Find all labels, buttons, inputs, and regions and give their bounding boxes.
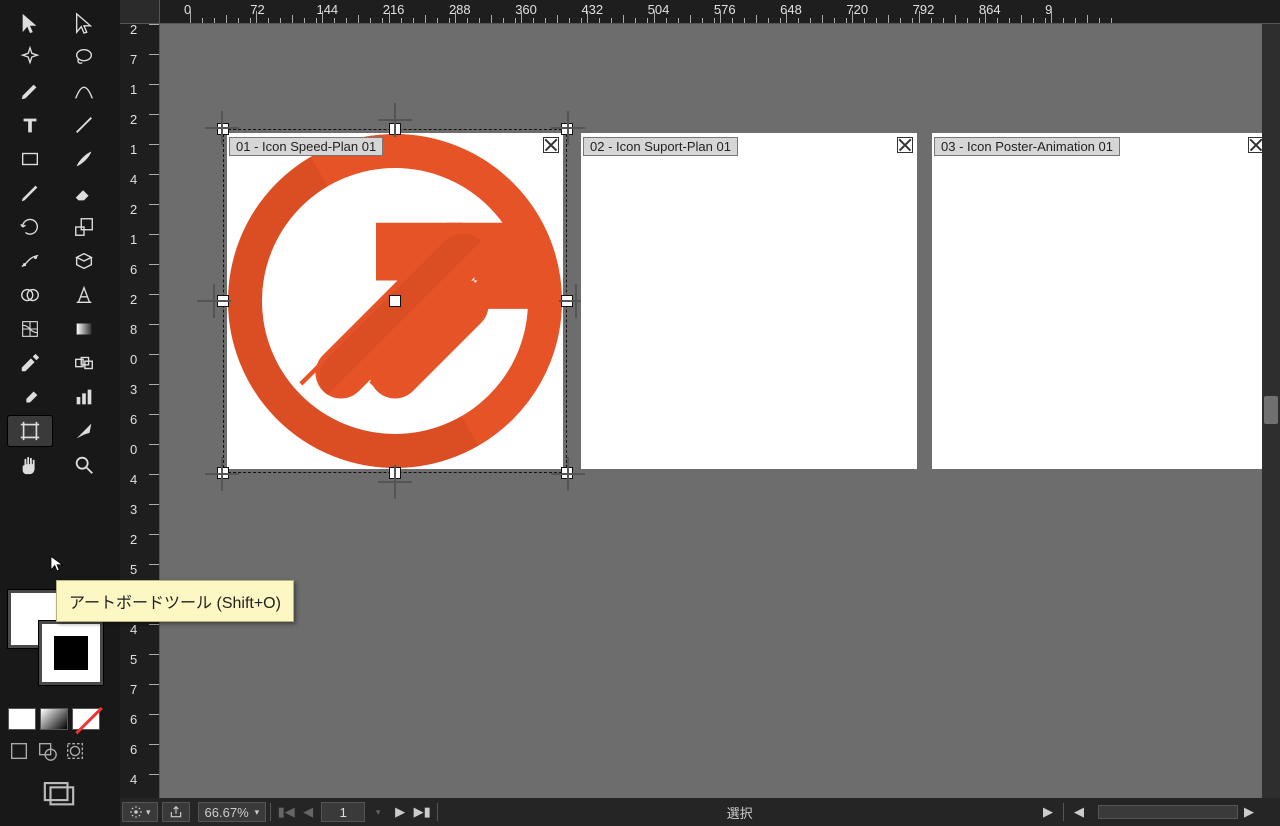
artboard-label[interactable]: 03 - Icon Poster-Animation 01 bbox=[934, 137, 1120, 156]
tools-panel bbox=[0, 0, 120, 826]
curvature-tool[interactable] bbox=[62, 76, 106, 106]
direct-selection-tool[interactable] bbox=[62, 8, 106, 38]
screen-mode-icon[interactable] bbox=[42, 780, 76, 806]
artboard-label[interactable]: 02 - Icon Suport-Plan 01 bbox=[583, 137, 738, 156]
horizontal-scrollbar[interactable] bbox=[1098, 805, 1238, 819]
crop-mark bbox=[551, 111, 585, 145]
draw-normal-icon[interactable] bbox=[8, 740, 30, 762]
status-share-icon[interactable] bbox=[162, 802, 190, 822]
shape-builder-tool[interactable] bbox=[8, 280, 52, 310]
ruler-vertical[interactable]: 271214216280360432504576648 bbox=[120, 24, 160, 798]
width-tool[interactable] bbox=[8, 246, 52, 276]
draw-behind-icon[interactable] bbox=[36, 740, 58, 762]
crop-mark bbox=[378, 465, 412, 499]
artboard-3[interactable]: 03 - Icon Poster-Animation 01 bbox=[932, 133, 1268, 469]
status-next-icon[interactable]: ▶ bbox=[1037, 802, 1059, 822]
workspace: 0721442162883604325045766487207928649 27… bbox=[120, 0, 1280, 798]
lasso-tool[interactable] bbox=[62, 42, 106, 72]
line-tool[interactable] bbox=[62, 110, 106, 140]
ruler-horizontal[interactable]: 0721442162883604325045766487207928649 bbox=[160, 0, 1280, 24]
rotate-tool[interactable] bbox=[8, 212, 52, 242]
eraser-tool[interactable] bbox=[62, 178, 106, 208]
color-mode[interactable] bbox=[8, 708, 36, 730]
mesh-tool[interactable] bbox=[8, 314, 52, 344]
artboard-2[interactable]: 02 - Icon Suport-Plan 01 bbox=[581, 133, 917, 469]
hscroll-left[interactable]: ◀ bbox=[1068, 802, 1090, 822]
status-settings-icon[interactable]: ▾ bbox=[122, 802, 158, 822]
pencil-tool[interactable] bbox=[8, 178, 52, 208]
status-mode-label: 選択 bbox=[442, 803, 1037, 822]
eyedropper-tool[interactable] bbox=[8, 348, 52, 378]
prev-artboard-button[interactable]: ◀ bbox=[297, 802, 319, 822]
ruler-corner bbox=[120, 0, 160, 24]
first-artboard-button[interactable]: ▮◀ bbox=[275, 802, 297, 822]
crop-mark bbox=[197, 284, 231, 318]
crop-mark bbox=[205, 111, 239, 145]
zoom-level[interactable]: 66.67%▾ bbox=[198, 802, 267, 822]
perspective-tool[interactable] bbox=[62, 280, 106, 310]
crop-mark bbox=[551, 457, 585, 491]
type-tool[interactable] bbox=[8, 110, 52, 140]
crop-mark bbox=[378, 103, 412, 137]
blend-tool[interactable] bbox=[62, 348, 106, 378]
canvas-area[interactable]: 01 - Icon Speed-Plan 01 02 - Icon Suport… bbox=[160, 24, 1280, 798]
none-mode[interactable] bbox=[72, 708, 100, 730]
last-artboard-button[interactable]: ▶▮ bbox=[411, 802, 433, 822]
hscroll-right[interactable]: ▶ bbox=[1238, 802, 1260, 822]
next-artboard-button[interactable]: ▶ bbox=[389, 802, 411, 822]
gradient-tool[interactable] bbox=[62, 314, 106, 344]
pen-tool[interactable] bbox=[8, 76, 52, 106]
zoom-tool[interactable] bbox=[62, 450, 106, 480]
status-bar: ▾ 66.67%▾ ▮◀ ◀ ▾ ▶ ▶▮ 選択 ▶ ◀ ▶ bbox=[120, 798, 1280, 826]
scale-tool[interactable] bbox=[62, 212, 106, 242]
vertical-scrollbar[interactable] bbox=[1262, 24, 1280, 798]
paintbrush-tool[interactable] bbox=[62, 144, 106, 174]
hand-tool[interactable] bbox=[8, 450, 52, 480]
rectangle-tool[interactable] bbox=[8, 144, 52, 174]
stroke-swatch[interactable] bbox=[42, 624, 100, 682]
scrollbar-thumb[interactable] bbox=[1264, 396, 1278, 424]
magic-wand-tool[interactable] bbox=[8, 42, 52, 72]
artboard-cursor-icon bbox=[48, 555, 66, 573]
artboard-page-input[interactable] bbox=[321, 802, 365, 822]
selection-handle[interactable] bbox=[389, 295, 401, 307]
slice-tool[interactable] bbox=[62, 416, 106, 446]
artboard-page-dropdown[interactable]: ▾ bbox=[367, 802, 389, 822]
crop-mark bbox=[205, 457, 239, 491]
column-graph-tool[interactable] bbox=[62, 382, 106, 412]
gradient-mode[interactable] bbox=[40, 708, 68, 730]
selection-tool[interactable] bbox=[8, 8, 52, 38]
symbol-sprayer-tool[interactable] bbox=[8, 382, 52, 412]
artboard-close-icon[interactable] bbox=[897, 137, 913, 153]
draw-inside-icon[interactable] bbox=[64, 740, 86, 762]
free-transform-tool[interactable] bbox=[62, 246, 106, 276]
artboard-tool[interactable] bbox=[8, 416, 52, 446]
tool-tooltip: アートボードツール (Shift+O) bbox=[56, 580, 294, 622]
